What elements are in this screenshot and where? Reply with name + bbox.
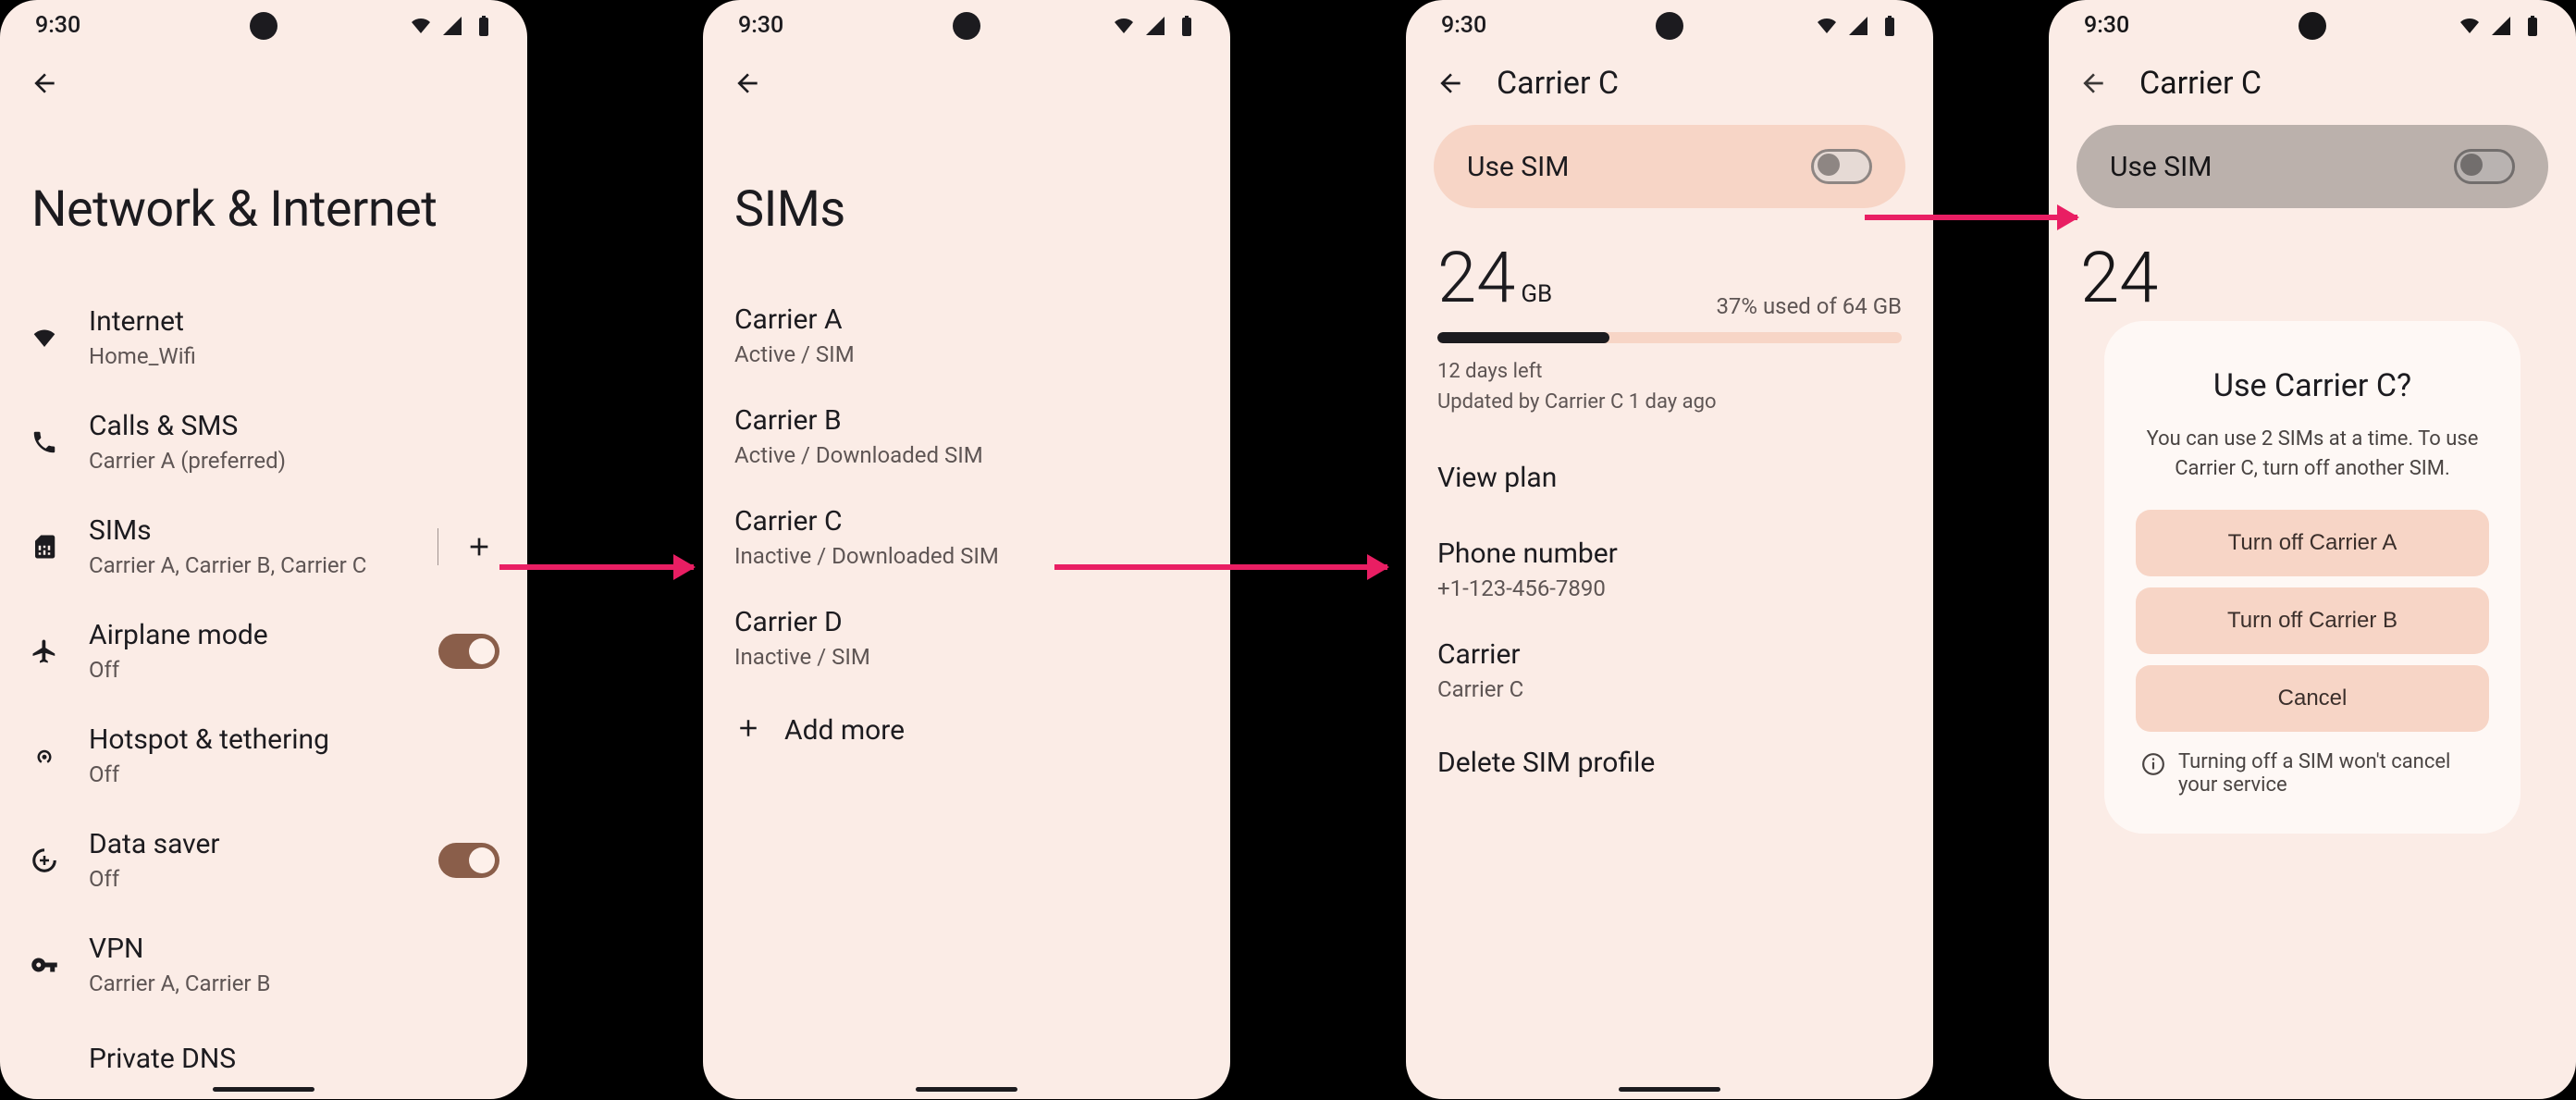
battery-icon: [1173, 15, 1201, 37]
airplane-toggle[interactable]: [438, 634, 499, 669]
nav-handle[interactable]: [916, 1087, 1017, 1092]
setting-vpn[interactable]: VPNCarrier A, Carrier B: [0, 912, 527, 1017]
appbar: [0, 51, 527, 116]
flow-arrow-2: [1054, 564, 1387, 570]
use-carrier-dialog: Use Carrier C? You can use 2 SIMs at a t…: [2104, 321, 2521, 834]
wifi-icon: [28, 324, 61, 352]
cancel-button[interactable]: Cancel: [2136, 665, 2489, 732]
usage-updated: Updated by Carrier C 1 day ago: [1437, 387, 1902, 417]
sim-carrier-d[interactable]: Carrier DInactive / SIM: [734, 587, 1199, 688]
nav-handle[interactable]: [213, 1087, 314, 1092]
flow-arrow-3: [1865, 215, 2077, 220]
view-plan[interactable]: View plan: [1437, 436, 1902, 519]
sim-carrier-b[interactable]: Carrier BActive / Downloaded SIM: [734, 386, 1199, 487]
status-icons: [1110, 15, 1201, 37]
airplane-icon: [28, 637, 61, 665]
nav-handle[interactable]: [1619, 1087, 1720, 1092]
usage-unit: GB: [1521, 280, 1552, 308]
status-icons: [407, 15, 498, 37]
arrow-back-icon: [733, 68, 762, 98]
turn-off-carrier-a-button[interactable]: Turn off Carrier A: [2136, 510, 2489, 576]
setting-calls-sms[interactable]: Calls & SMSCarrier A (preferred): [0, 389, 527, 494]
use-sim-label: Use SIM: [1467, 151, 1569, 183]
add-more-sim[interactable]: Add more: [734, 688, 1199, 772]
appbar: [703, 51, 1230, 116]
page-title: SIMs: [703, 116, 1230, 285]
status-time: 9:30: [35, 12, 80, 39]
plus-icon: [464, 532, 494, 562]
front-camera: [250, 12, 277, 40]
page-title: Network & Internet: [0, 116, 527, 285]
data-saver-icon: [28, 847, 61, 874]
back-button[interactable]: [1432, 65, 1469, 102]
sim-carrier-c[interactable]: Carrier CInactive / Downloaded SIM: [734, 487, 1199, 587]
usage-progress: [1437, 332, 1902, 343]
data-usage: 24GB 37% used of 64 GB 12 days left Upda…: [1406, 227, 1933, 436]
back-button[interactable]: [26, 65, 63, 102]
data-saver-toggle[interactable]: [438, 843, 499, 878]
wifi-signal-icon: [1110, 15, 1138, 37]
flow-arrow-1: [499, 564, 694, 570]
cell-signal-icon: [1141, 15, 1169, 37]
sim-icon: [28, 533, 61, 561]
appbar-title: Carrier C: [1497, 65, 1619, 102]
status-bar: 9:30: [0, 0, 527, 51]
phone-number[interactable]: Phone number+1-123-456-7890: [1437, 519, 1902, 620]
battery-icon: [470, 15, 498, 37]
front-camera: [1656, 12, 1683, 40]
arrow-back-icon: [1436, 68, 1465, 98]
delete-sim-profile[interactable]: Delete SIM profile: [1437, 721, 1902, 804]
dialog-note: Turning off a SIM won't cancel your serv…: [2136, 750, 2489, 797]
setting-hotspot[interactable]: Hotspot & tetheringOff: [0, 703, 527, 808]
dialog-scrim[interactable]: Use Carrier C? You can use 2 SIMs at a t…: [2049, 0, 2576, 1099]
status-bar: 9:30: [703, 0, 1230, 51]
dialog-title: Use Carrier C?: [2136, 367, 2489, 404]
appbar: Carrier C: [1406, 51, 1933, 116]
status-time: 9:30: [1441, 12, 1486, 39]
status-icons: [1813, 15, 1904, 37]
front-camera: [953, 12, 980, 40]
turn-off-carrier-b-button[interactable]: Turn off Carrier B: [2136, 587, 2489, 654]
usage-amount: 24: [1437, 236, 1515, 319]
info-icon: [2141, 752, 2165, 776]
carrier-name[interactable]: CarrierCarrier C: [1437, 620, 1902, 721]
usage-days-left: 12 days left: [1437, 356, 1902, 387]
use-sim-toggle[interactable]: [1811, 149, 1872, 184]
add-sim-button[interactable]: [459, 526, 499, 567]
phone-icon: [28, 428, 61, 456]
plus-icon: [734, 714, 762, 746]
setting-data-saver[interactable]: Data saverOff: [0, 808, 527, 912]
setting-airplane-mode[interactable]: Airplane modeOff: [0, 599, 527, 703]
wifi-signal-icon: [407, 15, 435, 37]
vpn-key-icon: [28, 951, 61, 979]
cell-signal-icon: [1844, 15, 1872, 37]
cell-signal-icon: [438, 15, 466, 37]
sim-carrier-a[interactable]: Carrier AActive / SIM: [734, 285, 1199, 386]
usage-summary: 37% used of 64 GB: [1716, 293, 1902, 319]
back-button[interactable]: [729, 65, 766, 102]
hotspot-icon: [28, 742, 61, 770]
status-time: 9:30: [738, 12, 783, 39]
use-sim-card: Use SIM: [1434, 125, 1905, 208]
dialog-body: You can use 2 SIMs at a time. To use Car…: [2136, 425, 2489, 484]
arrow-back-icon: [30, 68, 59, 98]
wifi-signal-icon: [1813, 15, 1841, 37]
status-bar: 9:30: [1406, 0, 1933, 51]
setting-internet[interactable]: InternetHome_Wifi: [0, 285, 527, 389]
battery-icon: [1876, 15, 1904, 37]
setting-sims[interactable]: SIMsCarrier A, Carrier B, Carrier C: [0, 494, 527, 599]
